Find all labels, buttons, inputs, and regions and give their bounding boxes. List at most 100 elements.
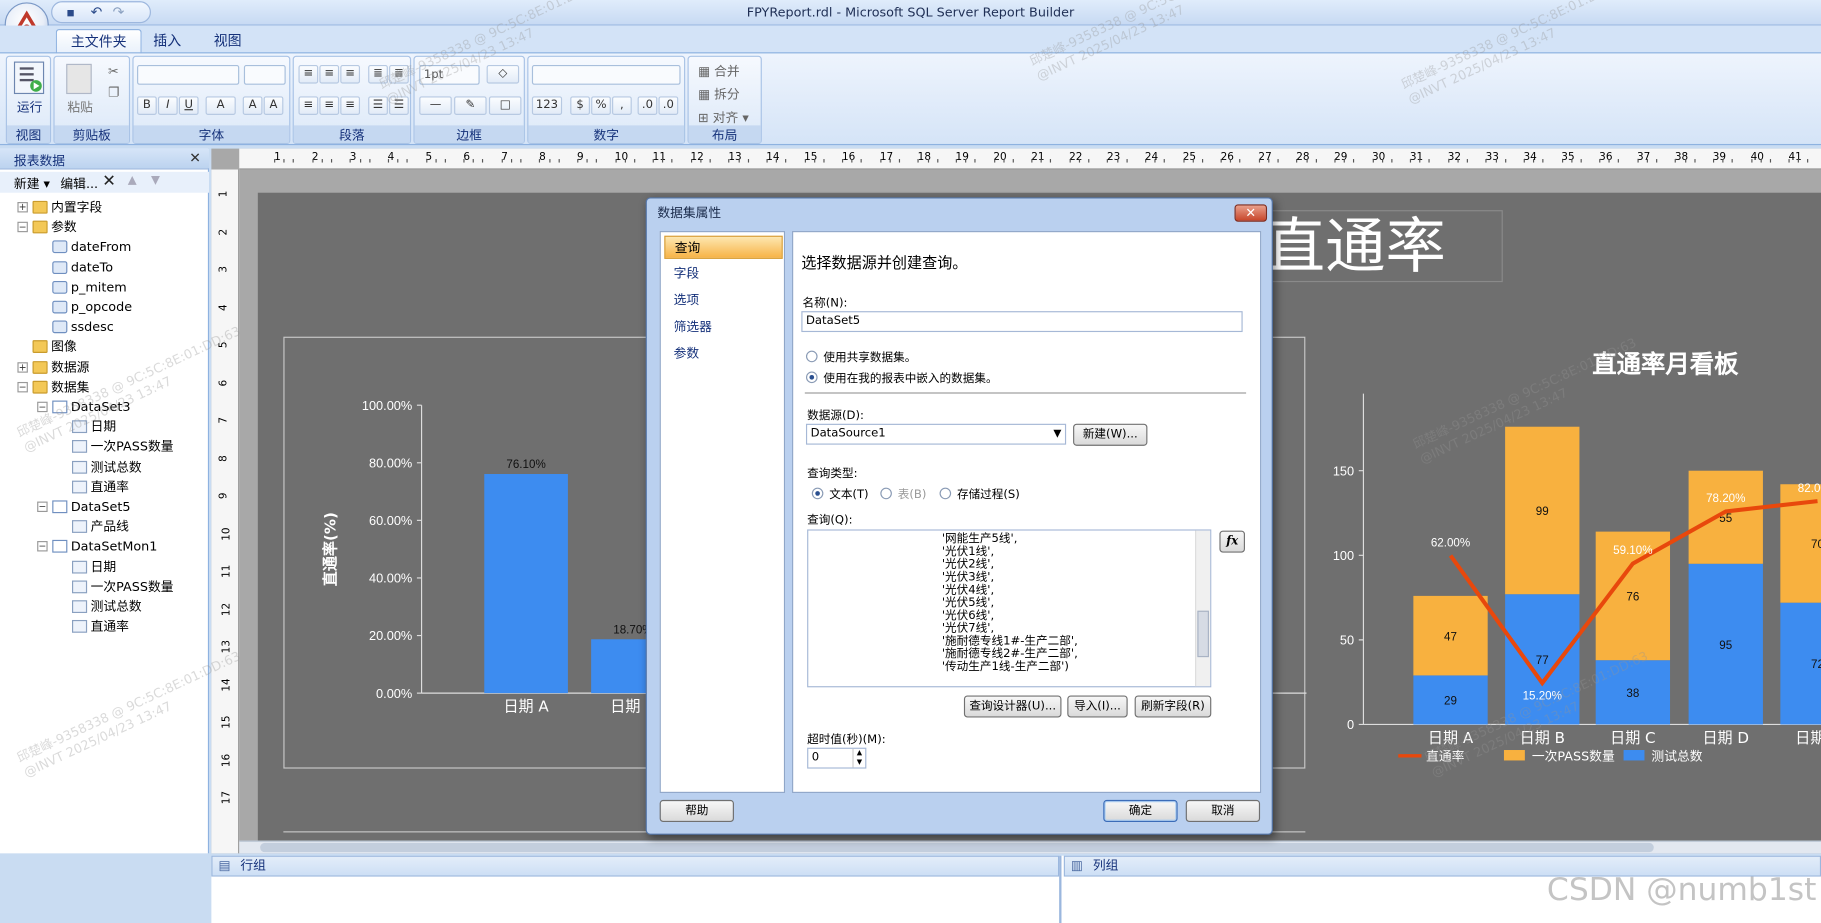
query-designer-button[interactable]: 查询设计器(U)... — [963, 695, 1062, 718]
font-size-combo[interactable] — [243, 65, 286, 85]
dataset-name-input[interactable]: DataSet5 — [801, 311, 1243, 333]
move-up-icon[interactable]: ▲ — [128, 174, 137, 187]
shrink-font-button[interactable]: A — [263, 96, 284, 115]
percent-button[interactable]: % — [591, 96, 611, 115]
timeout-input[interactable]: 0 ▲ ▼ — [807, 747, 867, 769]
horizontal-scrollbar[interactable] — [239, 840, 1821, 854]
tree-item[interactable]: 数据源 — [32, 357, 89, 377]
delete-icon[interactable]: ✕ — [102, 172, 116, 191]
underline-button[interactable]: U — [178, 96, 199, 115]
outdent-button[interactable]: ≣ — [368, 65, 388, 84]
radio-embedded-control[interactable] — [805, 371, 818, 384]
decrease-decimal-button[interactable]: .0 — [658, 96, 679, 115]
split-button[interactable]: ▦ 拆分 — [698, 85, 740, 104]
align-top-button[interactable]: ≡ — [298, 65, 319, 84]
align-middle-button[interactable]: ≡ — [319, 65, 340, 84]
scrollbar-thumb[interactable] — [260, 842, 1654, 853]
ok-button[interactable]: 确定 — [1103, 799, 1178, 822]
tree-item[interactable]: DataSetMon1 — [52, 537, 157, 557]
align-button[interactable]: ⊞ 对齐 ▾ — [698, 108, 749, 127]
cut-icon[interactable]: ✂ — [108, 64, 119, 79]
tree-item[interactable]: 日期 — [72, 557, 116, 577]
tree-item[interactable]: 测试总数 — [72, 457, 142, 477]
tree-item[interactable]: 产品线 — [72, 517, 129, 537]
tree-item[interactable]: 数据集 — [32, 377, 89, 397]
increase-decimal-button[interactable]: .0 — [637, 96, 658, 115]
cancel-button[interactable]: 取消 — [1185, 799, 1261, 822]
align-left-button[interactable]: ≡ — [298, 96, 319, 115]
tab-view[interactable]: 视图 — [200, 29, 256, 53]
fill-color-button[interactable]: ◇ — [486, 65, 520, 84]
border-width-combo[interactable]: 1pt — [419, 65, 480, 85]
tree-item[interactable]: DataSet3 — [52, 397, 130, 417]
close-icon[interactable]: ✕ — [189, 150, 201, 166]
expand-toggle[interactable]: − — [37, 401, 48, 413]
tree-item[interactable]: DataSet5 — [52, 497, 130, 517]
datasource-select[interactable]: DataSource1 ▼ — [805, 423, 1067, 445]
paste-button[interactable]: 粘贴 — [59, 98, 101, 117]
save-icon[interactable]: ▪ — [66, 5, 75, 20]
nav-fields[interactable]: 字段 — [664, 262, 782, 285]
nav-query[interactable]: 查询 — [664, 235, 783, 259]
tree-item[interactable]: p_mitem — [52, 277, 127, 297]
move-down-icon[interactable]: ▼ — [151, 174, 160, 187]
radio-table[interactable]: 表(B) — [880, 484, 926, 502]
help-button[interactable]: 帮助 — [659, 799, 734, 822]
expand-toggle[interactable]: − — [17, 381, 28, 393]
tree-item[interactable]: 一次PASS数量 — [72, 437, 174, 457]
nav-filters[interactable]: 筛选器 — [664, 316, 782, 339]
tree-item[interactable]: 一次PASS数量 — [72, 577, 174, 597]
numbering-button[interactable]: ☰ — [389, 96, 409, 115]
expression-button[interactable]: fx — [1219, 530, 1245, 553]
radio-shared-dataset[interactable]: 使用共享数据集。 — [805, 347, 916, 365]
refresh-fields-button[interactable]: 刷新字段(R) — [1134, 695, 1212, 718]
import-button[interactable]: 导入(I)... — [1067, 695, 1128, 718]
run-button[interactable]: 运行 — [7, 98, 52, 117]
bold-button[interactable]: B — [137, 96, 157, 115]
radio-shared-control[interactable] — [805, 350, 818, 363]
expand-toggle[interactable]: + — [17, 202, 28, 213]
timeout-spinner[interactable]: ▲ ▼ — [852, 748, 865, 768]
redo-icon[interactable]: ↷ — [113, 3, 125, 19]
tree-item[interactable]: dateFrom — [52, 237, 131, 257]
radio-table-control[interactable] — [880, 487, 892, 500]
radio-text[interactable]: 文本(T) — [811, 484, 869, 502]
expand-toggle[interactable]: − — [37, 541, 48, 552]
radio-stored-procedure[interactable]: 存储过程(S) — [939, 484, 1020, 502]
chart-fpy-monthly[interactable]: 直通率月看板 150 100 50 0 29 47 日期 A 77 99 日期 B 38 76 日期 C… — [1273, 320, 1821, 773]
expand-toggle[interactable]: + — [17, 361, 28, 373]
query-scroll-thumb[interactable] — [1197, 610, 1209, 658]
bullets-button[interactable]: ☰ — [368, 96, 388, 115]
copy-icon[interactable]: ❐ — [108, 85, 119, 100]
tab-insert[interactable]: 插入 — [139, 29, 195, 53]
font-color-button[interactable]: A — [205, 96, 236, 115]
currency-button[interactable]: $ — [570, 96, 590, 115]
tree-item[interactable]: 图像 — [32, 337, 77, 357]
nav-parameters[interactable]: 参数 — [664, 342, 782, 365]
tree-item[interactable]: dateTo — [52, 257, 113, 277]
indent-button[interactable]: ≣ — [389, 65, 409, 84]
paste-icon[interactable] — [66, 63, 92, 95]
font-name-combo[interactable] — [137, 65, 240, 85]
edit-button[interactable]: 编辑... — [60, 174, 98, 193]
nav-options[interactable]: 选项 — [664, 289, 782, 312]
border-color-button[interactable]: ✎ — [454, 96, 487, 115]
borders-button[interactable]: □ — [488, 96, 522, 115]
run-icon[interactable] — [13, 61, 45, 95]
tree-item[interactable]: 直通率 — [72, 617, 129, 637]
query-scrollbar[interactable] — [1195, 530, 1211, 687]
radio-text-control[interactable] — [811, 487, 824, 500]
dialog-close-button[interactable]: ✕ — [1234, 204, 1268, 222]
number-format-combo[interactable] — [531, 65, 681, 85]
expand-toggle[interactable]: − — [17, 221, 28, 233]
merge-button[interactable]: ▦ 合并 — [698, 62, 740, 81]
grow-font-button[interactable]: A — [242, 96, 263, 115]
tree-item[interactable]: p_opcode — [52, 297, 132, 317]
placeholder-button[interactable]: 123 — [531, 96, 563, 115]
italic-button[interactable]: I — [157, 96, 178, 115]
new-datasource-button[interactable]: 新建(W)... — [1073, 423, 1148, 446]
tree-item[interactable]: 测试总数 — [72, 597, 142, 617]
expand-toggle[interactable]: − — [37, 501, 48, 513]
align-center-button[interactable]: ≡ — [319, 96, 340, 115]
undo-icon[interactable]: ↶ — [91, 3, 103, 19]
